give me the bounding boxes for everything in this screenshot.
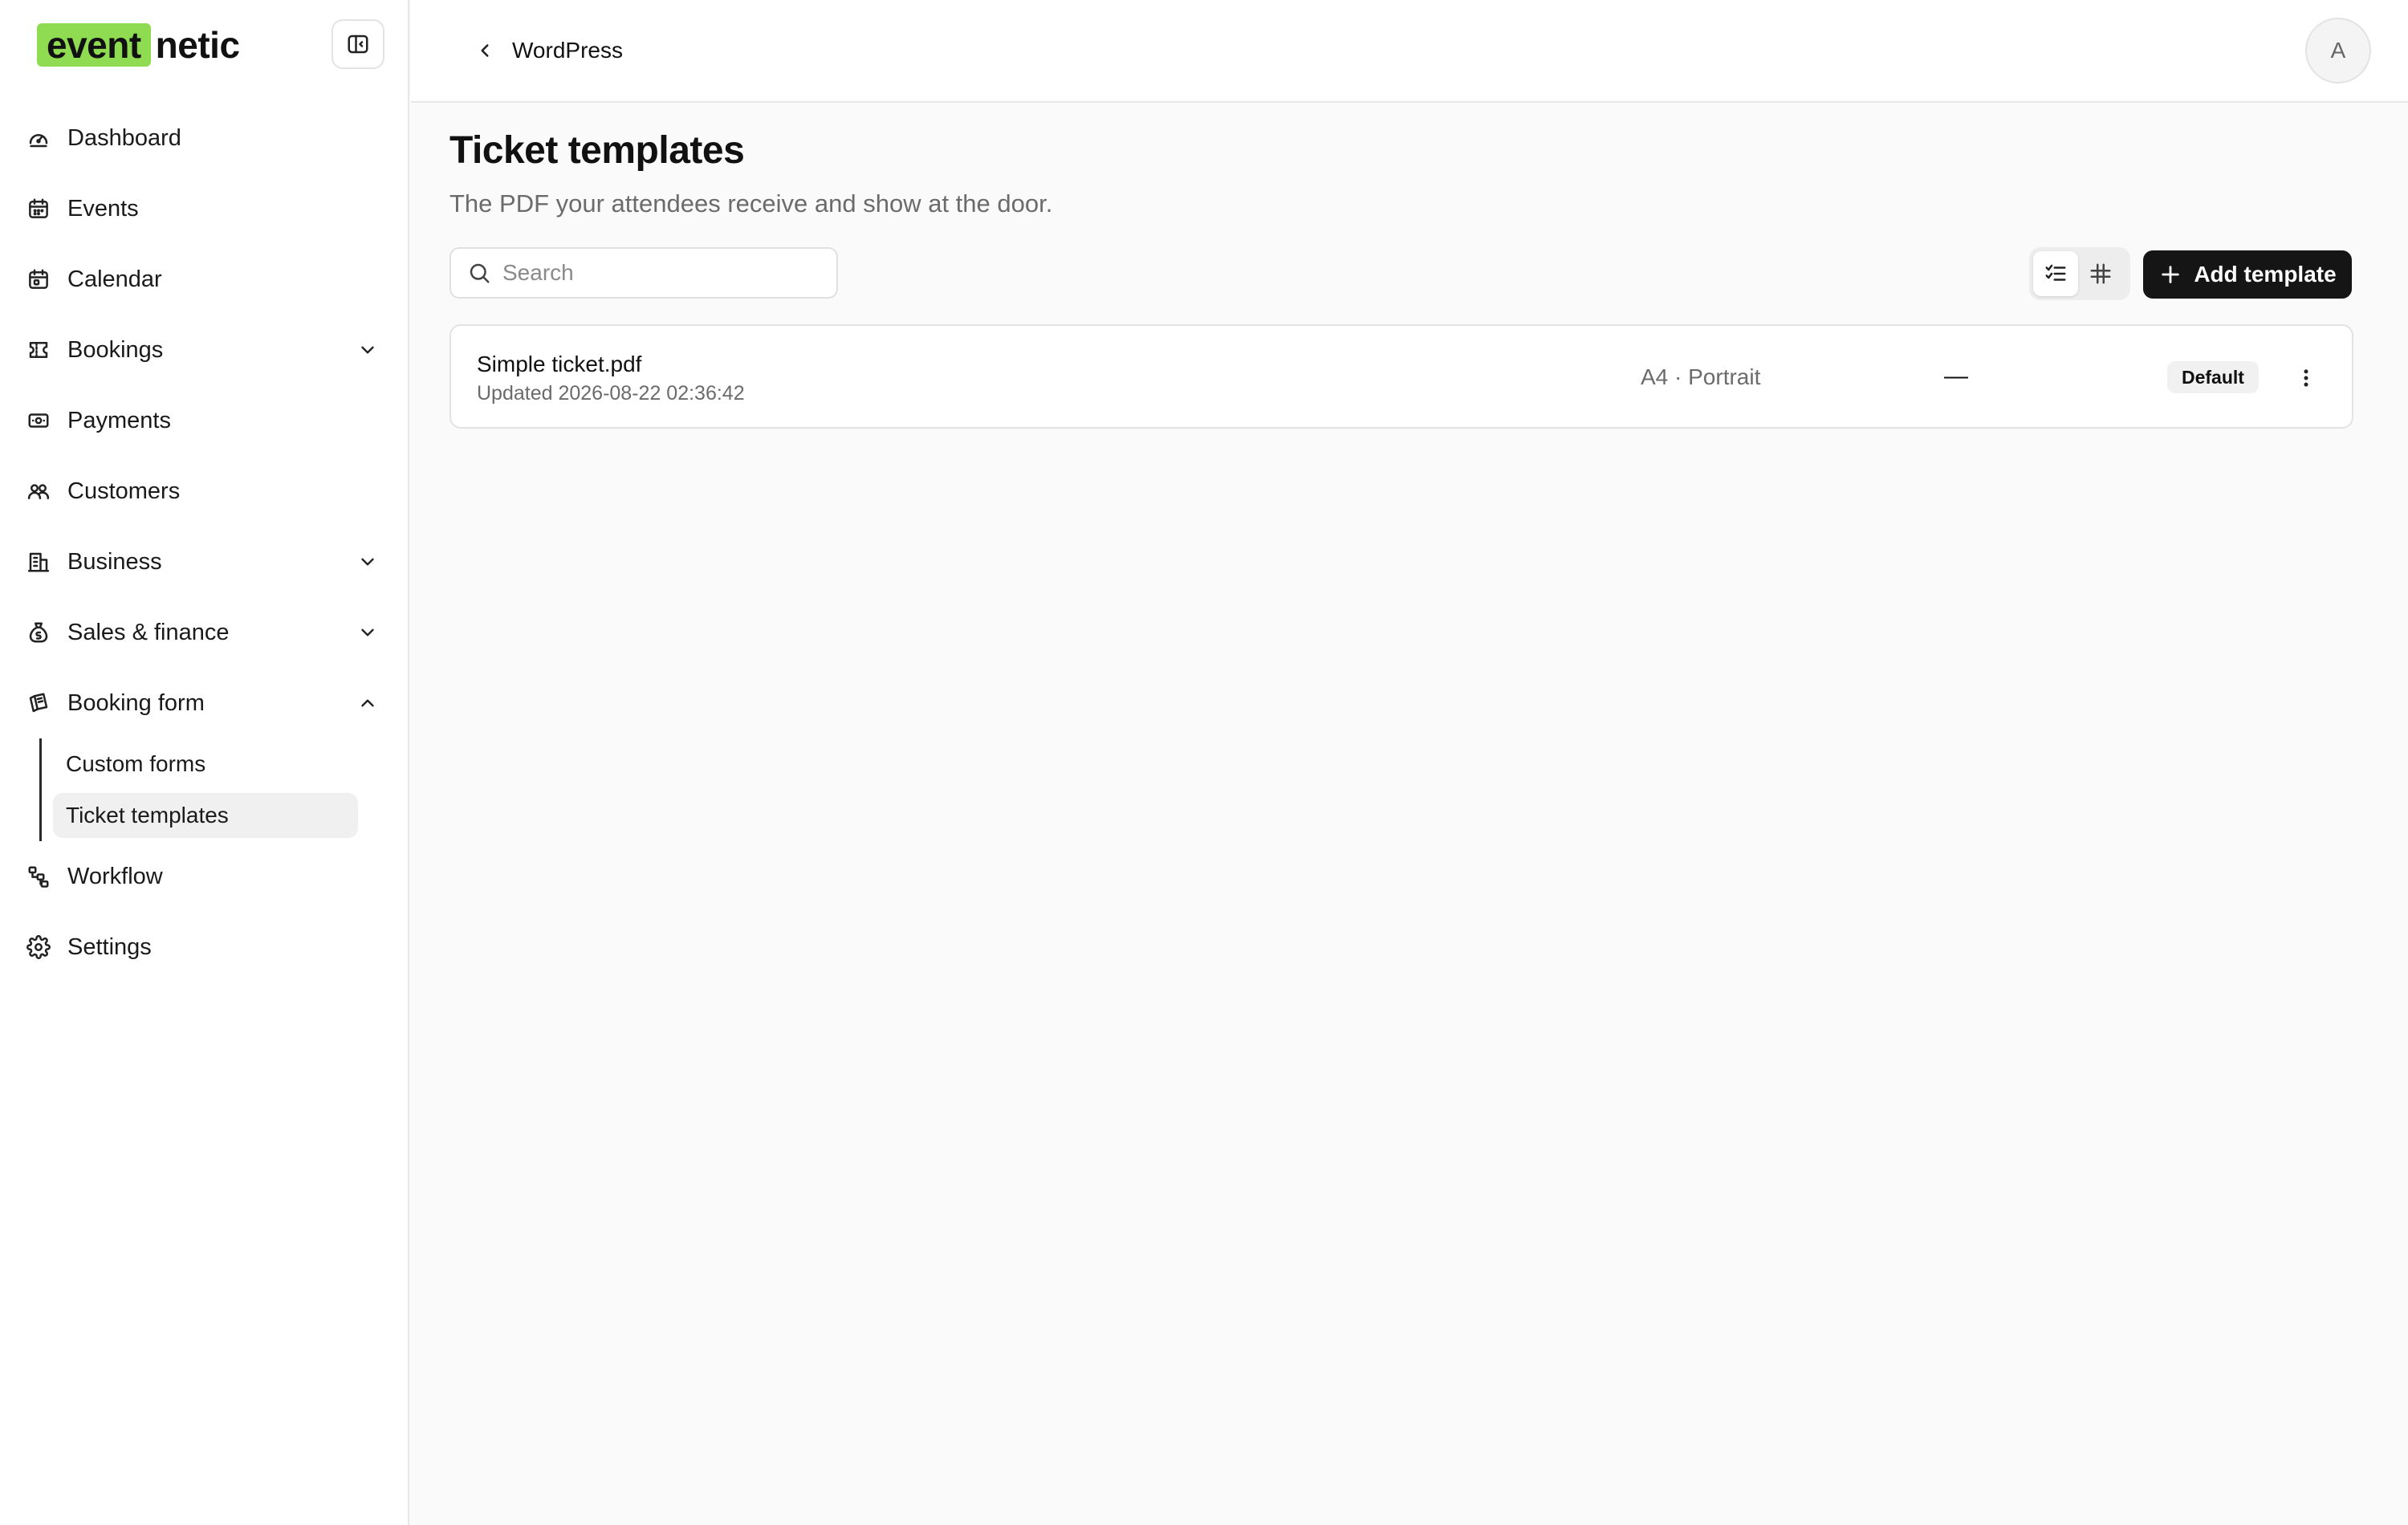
sidebar-subitem-label: Ticket templates [66,803,229,828]
sidebar-item-label: Events [67,195,139,222]
sidebar-subitem-label: Custom forms [66,751,206,776]
chevron-down-icon[interactable] [353,618,382,647]
gear-icon [24,933,53,962]
more-options-button[interactable] [2289,361,2323,395]
sidebar-item-business[interactable]: Business [24,538,387,586]
list-view-icon [2045,264,2066,281]
add-template-button[interactable]: Add template [2143,250,2352,299]
ticket-icon [24,336,53,364]
table-row[interactable]: Simple ticket.pdf Updated 2026-08-22 02:… [451,326,2352,427]
logo-text: netic [155,24,240,66]
sidebar-toggle-icon [348,35,368,54]
sidebar-item-customers[interactable]: Customers [24,467,387,515]
templates-list: Simple ticket.pdf Updated 2026-08-22 02:… [449,324,2353,429]
template-extra: — [1944,363,1968,389]
chevron-left-icon [469,35,501,67]
sidebar-item-settings[interactable]: Settings [24,923,387,971]
chevron-down-icon[interactable] [353,336,382,364]
page-subtitle: The PDF your attendees receive and show … [449,189,1053,218]
users-icon [24,477,53,506]
template-paper-size: A4 · Portrait [1641,364,1761,389]
sidebar-item-calendar[interactable]: Calendar [24,255,387,303]
template-name: Simple ticket.pdf [477,352,642,376]
logo-highlight: event [37,23,151,67]
sidebar-item-bookings[interactable]: Bookings [24,326,387,374]
sidebar-item-events[interactable]: Events [24,185,387,233]
default-badge: Default [2167,361,2259,393]
chevron-down-icon[interactable] [353,547,382,576]
gauge-icon [24,124,53,152]
grid-view-button[interactable] [2078,251,2123,296]
sidebar-toggle-button[interactable] [332,19,384,69]
sidebar-item-label: Sales & finance [67,619,230,645]
calendar-grid-icon [24,265,53,294]
sidebar-item-label: Settings [67,933,152,960]
building-icon [24,547,53,576]
back-link[interactable]: WordPress [469,31,623,71]
sidebar-item-label: Bookings [67,336,164,363]
top-bar: WordPress A [411,0,2408,103]
sidebar-item-payments[interactable]: Payments [24,396,387,445]
page-title: Ticket templates [449,129,745,172]
view-toggle [2029,247,2130,300]
sidebar-item-label: Calendar [67,266,162,292]
app-logo[interactable]: event netic [37,21,240,69]
calendar-icon [24,194,53,223]
sidebar-subitem-custom-forms[interactable]: Custom forms [53,742,358,787]
search-icon [466,259,493,287]
sidebar-item-sales-finance[interactable]: Sales & finance [24,608,387,657]
add-template-label: Add template [2194,262,2337,287]
sidebar-item-label: Customers [67,478,181,504]
sidebar-item-label: Business [67,548,162,575]
list-view-button[interactable] [2033,251,2078,296]
submenu-divider [39,738,42,841]
grid-view-icon [2090,263,2111,284]
sidebar-item-label: Booking form [67,689,205,716]
chevron-up-icon[interactable] [353,689,382,718]
search-input[interactable] [502,260,807,286]
avatar[interactable]: A [2305,18,2371,83]
sidebar-item-workflow[interactable]: Workflow [24,852,387,901]
sidebar-item-label: Workflow [67,863,163,889]
form-icon [24,689,53,718]
money-bag-icon [24,618,53,647]
workflow-icon [24,862,53,891]
sidebar-item-label: Payments [67,407,171,433]
sidebar: event netic Dashboard Events Calendar Boo… [0,0,409,1525]
search-box [449,247,838,299]
banknote-icon [24,406,53,435]
sidebar-item-label: Dashboard [67,124,181,151]
sidebar-item-booking-form[interactable]: Booking form [24,679,387,727]
sidebar-item-dashboard[interactable]: Dashboard [24,114,387,162]
template-updated: Updated 2026-08-22 02:36:42 [477,382,745,405]
back-link-label: WordPress [512,38,623,63]
more-vertical-icon [2304,369,2308,387]
plus-icon [2158,262,2182,287]
sidebar-subitem-ticket-templates[interactable]: Ticket templates [53,793,358,838]
